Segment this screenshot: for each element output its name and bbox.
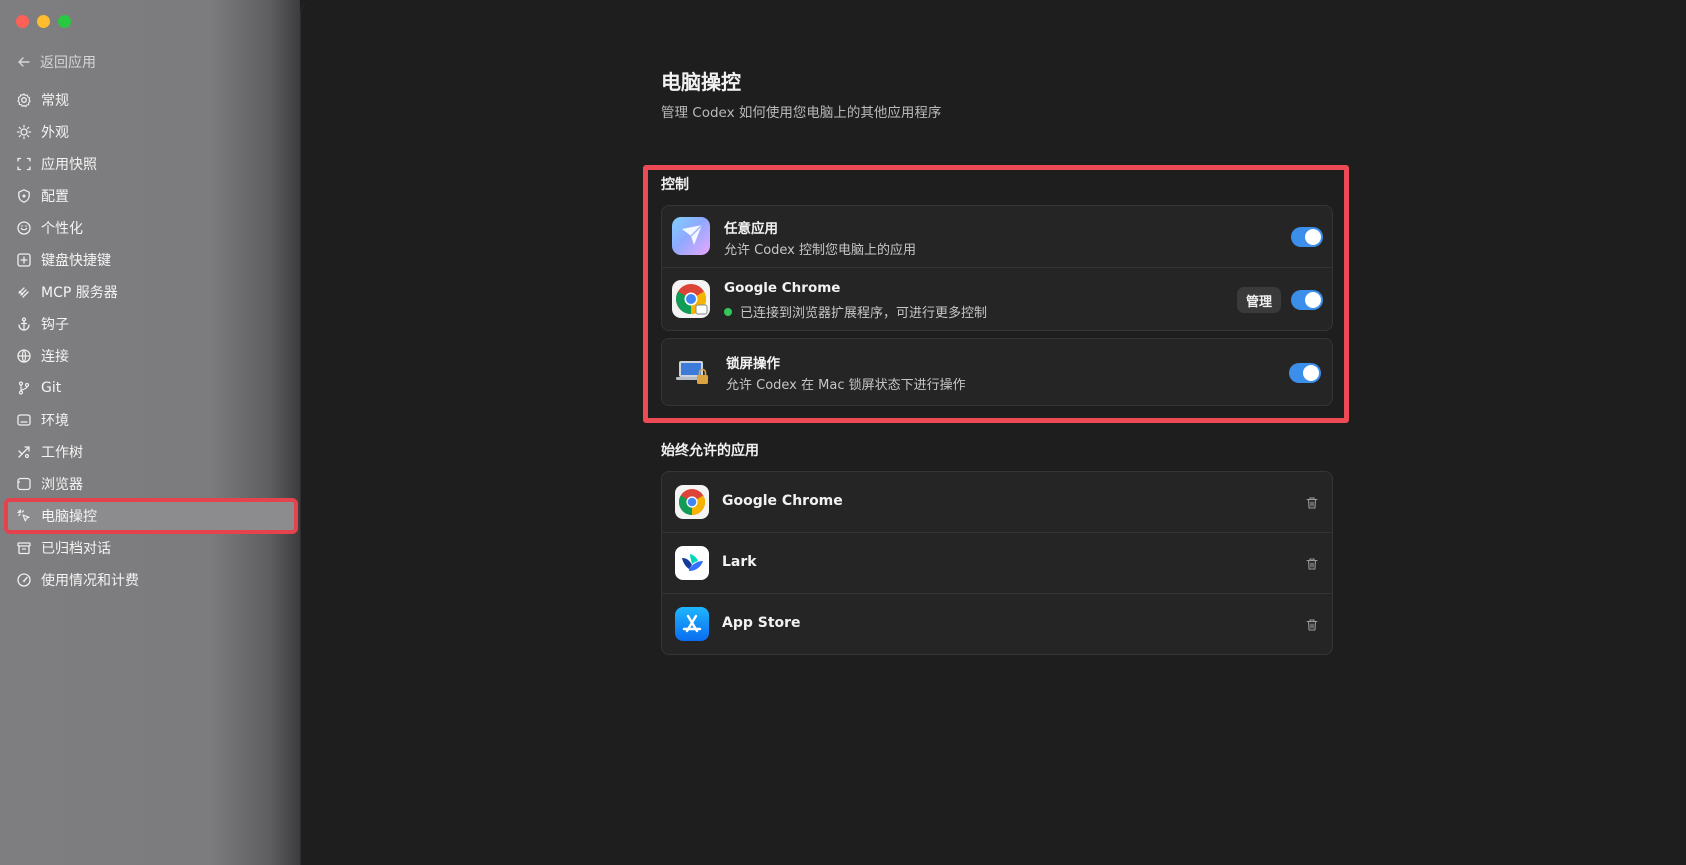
sidebar-item-label: 键盘快捷键 <box>41 253 111 269</box>
allowed-app-row: App Store <box>662 594 1332 654</box>
allowed-apps-card: Google Chrome Lark App Store <box>661 471 1333 655</box>
sidebar-item-archived-chats[interactable]: 已归档对话 <box>6 532 296 564</box>
gear-icon <box>16 92 32 108</box>
chrome-title: Google Chrome <box>724 280 841 296</box>
sidebar-item-computer-control[interactable]: 电脑操控 <box>4 498 298 534</box>
lock-screen-title: 锁屏操作 <box>726 356 780 372</box>
lock-screen-description: 允许 Codex 在 Mac 锁屏状态下进行操作 <box>726 374 966 393</box>
sidebar-item-label: 已归档对话 <box>41 541 111 557</box>
sidebar-item-label: 应用快照 <box>41 157 97 173</box>
trash-icon[interactable] <box>1305 556 1319 570</box>
allowed-app-row: Lark <box>662 533 1332 594</box>
sidebar-item-label: 电脑操控 <box>41 509 97 525</box>
sun-icon <box>16 124 32 140</box>
lock-screen-card: 锁屏操作 允许 Codex 在 Mac 锁屏状态下进行操作 <box>661 338 1333 406</box>
pointer-click-icon <box>16 508 32 524</box>
sidebar-item-label: 环境 <box>41 413 69 429</box>
lock-screen-toggle[interactable] <box>1289 363 1321 383</box>
page-title: 电脑操控 <box>661 70 741 94</box>
chrome-desc-text: 已连接到浏览器扩展程序，可进行更多控制 <box>740 306 988 321</box>
sidebar-item-connections[interactable]: 连接 <box>6 340 296 372</box>
back-to-app-button[interactable]: 返回应用 <box>16 50 96 74</box>
sidebar-item-label: 个性化 <box>41 221 83 237</box>
config-icon <box>16 188 32 204</box>
sidebar-item-label: 钩子 <box>41 317 69 333</box>
globe-icon <box>16 348 32 364</box>
sidebar-item-label: 常规 <box>41 93 69 109</box>
back-label: 返回应用 <box>40 55 96 71</box>
chrome-toggle[interactable] <box>1291 290 1323 310</box>
lark-icon <box>675 546 709 580</box>
lock-screen-desc-text: 允许 Codex 在 Mac 锁屏状态下进行操作 <box>726 378 966 393</box>
sidebar-item-label: 浏览器 <box>41 477 83 493</box>
scan-icon <box>16 156 32 172</box>
chrome-icon <box>675 485 709 519</box>
chrome-icon <box>672 280 710 318</box>
allowed-app-row: Google Chrome <box>662 472 1332 533</box>
browser-icon <box>16 476 32 492</box>
sidebar-item-config[interactable]: 配置 <box>6 180 296 212</box>
git-branch-icon <box>16 380 32 396</box>
window-controls <box>16 15 71 28</box>
sidebar-item-environment[interactable]: 环境 <box>6 404 296 436</box>
zoom-window-button[interactable] <box>58 15 71 28</box>
trash-icon[interactable] <box>1305 495 1319 509</box>
keyboard-icon <box>16 252 32 268</box>
chrome-status: 已连接到浏览器扩展程序，可进行更多控制 <box>724 302 987 321</box>
gauge-icon <box>16 572 32 588</box>
sidebar-item-label: Git <box>41 380 62 396</box>
chrome-manage-button[interactable]: 管理 <box>1237 287 1282 313</box>
page-subtitle: 管理 Codex 如何使用您电脑上的其他应用程序 <box>661 105 942 121</box>
sidebar-item-git[interactable]: Git <box>6 372 296 404</box>
sidebar-item-app-snapshot[interactable]: 应用快照 <box>6 148 296 180</box>
any-app-toggle[interactable] <box>1291 227 1323 247</box>
laptop-lock-icon <box>674 353 712 391</box>
minimize-window-button[interactable] <box>37 15 50 28</box>
any-app-row: 任意应用 允许 Codex 控制您电脑上的应用 <box>662 206 1332 268</box>
main-panel <box>300 0 1686 865</box>
mcp-icon <box>16 284 32 300</box>
settings-nav: 常规 外观 应用快照 配置 个性化 键盘快捷键 MCP 服务器 钩子 连接 Gi… <box>4 84 298 596</box>
sidebar-item-browser[interactable]: 浏览器 <box>6 468 296 500</box>
any-app-desc-text: 允许 Codex 控制您电脑上的应用 <box>724 243 917 258</box>
allowed-app-name: Lark <box>722 554 757 570</box>
lock-screen-row: 锁屏操作 允许 Codex 在 Mac 锁屏状态下进行操作 <box>662 339 1332 405</box>
allowed-apps-label: 始终允许的应用 <box>661 443 759 459</box>
archive-icon <box>16 540 32 556</box>
sidebar-item-label: 使用情况和计费 <box>41 573 139 589</box>
sidebar: 返回应用 常规 外观 应用快照 配置 个性化 键盘快捷键 MCP 服务器 钩子 … <box>0 0 300 865</box>
worktree-icon <box>16 444 32 460</box>
connected-status-dot <box>724 307 732 316</box>
sidebar-item-label: 工作树 <box>41 445 83 461</box>
sidebar-item-keyboard-shortcuts[interactable]: 键盘快捷键 <box>6 244 296 276</box>
any-app-description: 允许 Codex 控制您电脑上的应用 <box>724 239 916 258</box>
allowed-app-name: App Store <box>722 615 801 631</box>
sidebar-item-appearance[interactable]: 外观 <box>6 116 296 148</box>
sidebar-item-label: 连接 <box>41 349 69 365</box>
sidebar-item-label: 配置 <box>41 189 69 205</box>
personalize-icon <box>16 220 32 236</box>
control-section-label: 控制 <box>661 177 689 193</box>
sidebar-item-personalization[interactable]: 个性化 <box>6 212 296 244</box>
trash-icon[interactable] <box>1305 617 1319 631</box>
close-window-button[interactable] <box>16 15 29 28</box>
sidebar-item-usage-billing[interactable]: 使用情况和计费 <box>6 564 296 596</box>
codex-app-icon <box>672 217 710 255</box>
app-store-icon <box>675 607 709 641</box>
sidebar-item-mcp-servers[interactable]: MCP 服务器 <box>6 276 296 308</box>
sidebar-item-general[interactable]: 常规 <box>6 84 296 116</box>
environment-icon <box>16 412 32 428</box>
sidebar-item-label: MCP 服务器 <box>41 285 118 301</box>
sidebar-item-worktree[interactable]: 工作树 <box>6 436 296 468</box>
allowed-app-name: Google Chrome <box>722 493 843 509</box>
anchor-icon <box>16 316 32 332</box>
sidebar-item-label: 外观 <box>41 125 69 141</box>
sidebar-item-hooks[interactable]: 钩子 <box>6 308 296 340</box>
chrome-row: Google Chrome 已连接到浏览器扩展程序，可进行更多控制 管理 <box>662 268 1332 330</box>
arrow-left-icon <box>16 54 32 70</box>
control-card: 任意应用 允许 Codex 控制您电脑上的应用 Google Chrome 已连… <box>661 205 1333 331</box>
any-app-title: 任意应用 <box>724 221 778 237</box>
